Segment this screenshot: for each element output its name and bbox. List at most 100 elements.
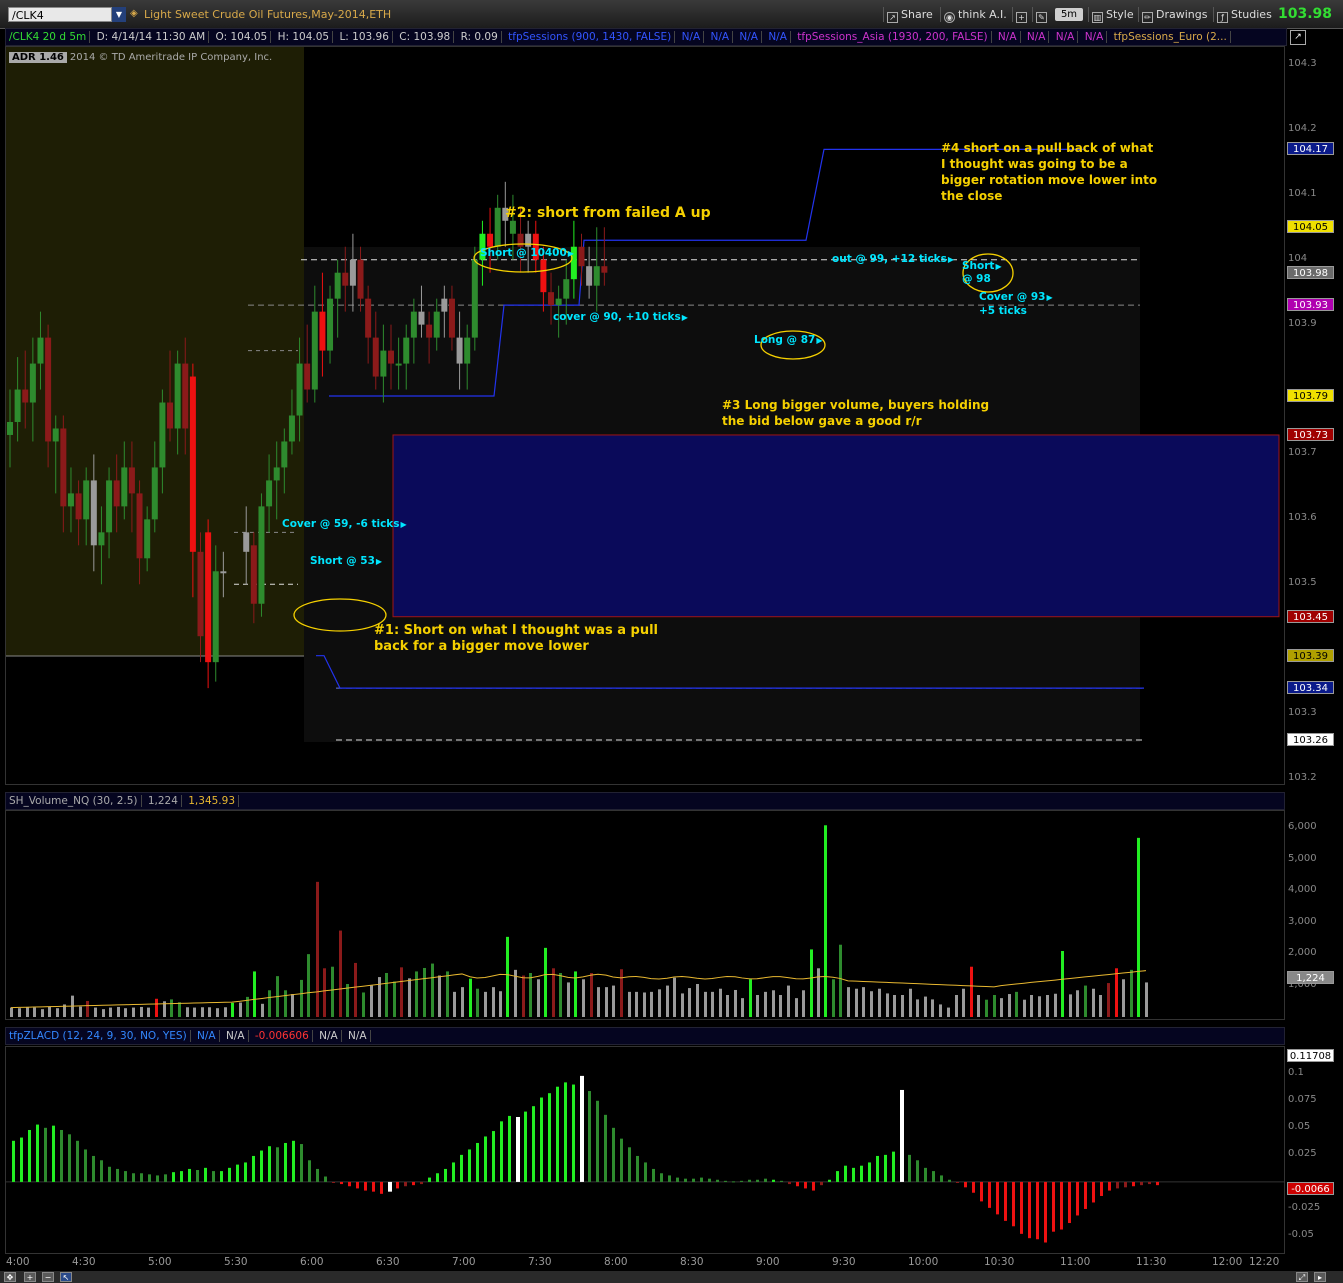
volume-bar bbox=[847, 987, 850, 1017]
volume-bar bbox=[33, 1007, 36, 1017]
candle-body bbox=[349, 259, 356, 286]
zlacd-study-name[interactable]: tfpZLACD (12, 24, 9, 30, NO, YES) bbox=[6, 1030, 191, 1042]
zoom-in-icon[interactable]: + bbox=[24, 1272, 36, 1282]
expand-icon[interactable]: ⤢ bbox=[1296, 1272, 1308, 1282]
candle-body bbox=[266, 480, 273, 507]
volume-bar bbox=[378, 977, 381, 1017]
candle-body bbox=[426, 324, 433, 338]
price-tag: 103.34 bbox=[1287, 681, 1334, 695]
time-axis[interactable]: 4:00 4:30 5:00 5:30 6:00 6:30 7:00 7:30 8:00 8:30… bbox=[5, 1256, 1285, 1270]
time-axis-label: 6:30 bbox=[376, 1256, 400, 1268]
symbol-dropdown-icon[interactable]: ▼ bbox=[112, 7, 126, 22]
zlacd-bar bbox=[116, 1168, 119, 1182]
zlacd-bar-highlight bbox=[580, 1075, 584, 1182]
zlacd-bar bbox=[324, 1176, 327, 1182]
symbol-input[interactable]: /CLK4 bbox=[8, 7, 112, 22]
zlacd-bar bbox=[236, 1164, 239, 1182]
volume-bar bbox=[268, 990, 271, 1017]
volume-bar bbox=[612, 985, 615, 1017]
volume-bar bbox=[476, 988, 479, 1017]
zoom-out-icon[interactable]: − bbox=[42, 1272, 54, 1282]
volume-header: SH_Volume_NQ (30, 2.5) 1,224 1,345.93 bbox=[5, 792, 1285, 810]
volume-panel[interactable] bbox=[5, 810, 1285, 1020]
volume-bar bbox=[354, 962, 357, 1017]
studies-button[interactable]: ƒ Studies bbox=[1213, 7, 1275, 23]
copyright-text: 2014 © TD Ameritrade IP Company, Inc. bbox=[69, 52, 273, 63]
volume-axis[interactable]: 6,0005,0004,0003,0002,0001,0001,224 bbox=[1286, 810, 1343, 1020]
zlacd-panel[interactable] bbox=[5, 1046, 1285, 1254]
volume-bar bbox=[484, 991, 487, 1017]
chart-settings-icon[interactable]: ↗ bbox=[1290, 30, 1306, 45]
link-icon[interactable]: ◈ bbox=[130, 8, 140, 20]
zlacd-bar bbox=[1092, 1181, 1095, 1203]
zlacd-bar bbox=[484, 1136, 487, 1182]
volume-bar bbox=[688, 988, 691, 1017]
volume-bar bbox=[284, 990, 287, 1017]
candle-body bbox=[98, 532, 105, 546]
volume-bar bbox=[208, 1007, 211, 1017]
candle-body bbox=[197, 551, 204, 637]
tools-button[interactable]: ✎ bbox=[1032, 7, 1053, 23]
volume-bar bbox=[316, 881, 319, 1017]
crosshair-button[interactable]: + bbox=[1012, 7, 1033, 23]
volume-bar bbox=[1145, 982, 1148, 1017]
volume-bar bbox=[802, 990, 805, 1017]
zlacd-bar bbox=[148, 1174, 151, 1182]
zlacd-bar bbox=[452, 1162, 455, 1182]
volume-bar bbox=[393, 981, 396, 1017]
scroll-right-icon[interactable]: ▸ bbox=[1314, 1272, 1326, 1282]
price-axis[interactable]: 104.3 104.2 104.1 104 103.9 103.7 103.6 103.5 10… bbox=[1286, 46, 1343, 785]
zlacd-bar bbox=[1132, 1181, 1135, 1187]
volume-bar bbox=[492, 987, 495, 1017]
study-sessions[interactable]: tfpSessions (900, 1430, FALSE) bbox=[505, 31, 676, 43]
candle-body bbox=[456, 337, 463, 364]
price-tag: 104.05 bbox=[1287, 220, 1334, 234]
cursor-icon[interactable]: ↖ bbox=[60, 1272, 72, 1282]
volume-bar bbox=[124, 1008, 127, 1017]
candle-body bbox=[304, 363, 311, 390]
candle-body bbox=[67, 493, 74, 507]
zlacd-bar bbox=[884, 1154, 887, 1182]
drawings-button[interactable]: ✏ Drawings bbox=[1138, 7, 1210, 23]
chart-symbol: /CLK4 20 d 5m bbox=[6, 31, 91, 43]
zlacd-bar bbox=[188, 1168, 191, 1182]
price-header: /CLK4 20 d 5m D: 4/14/14 11:30 AM O: 104… bbox=[5, 28, 1287, 46]
label-cover-90: cover @ 90, +10 ticks bbox=[553, 311, 688, 323]
volume-bar bbox=[635, 991, 638, 1017]
label-cover-93-ticks: +5 ticks bbox=[979, 305, 1027, 317]
price-tag: 103.98 bbox=[1287, 265, 1334, 279]
candle-body bbox=[29, 363, 36, 403]
volume-bar bbox=[186, 1007, 189, 1017]
volume-bar bbox=[1137, 837, 1140, 1017]
zlacd-bar bbox=[908, 1154, 911, 1182]
volume-bar bbox=[643, 992, 646, 1017]
candle-body bbox=[159, 402, 166, 468]
think-ai-button[interactable]: ◉ think A.I. bbox=[940, 7, 1010, 23]
volume-bar bbox=[886, 993, 889, 1017]
timeframe-button[interactable]: 5m bbox=[1055, 8, 1083, 21]
zlacd-axis[interactable]: 0.1 0.075 0.05 0.025 -0.025 -0.05 0.11708 -0.00… bbox=[1286, 1046, 1343, 1254]
candle-body bbox=[509, 220, 516, 234]
volume-bar bbox=[178, 1002, 181, 1017]
zlacd-bar bbox=[1076, 1181, 1079, 1216]
time-axis-label: 7:30 bbox=[528, 1256, 552, 1268]
study-sessions-asia[interactable]: tfpSessions_Asia (1930, 200, FALSE) bbox=[794, 31, 992, 43]
volume-bar bbox=[870, 991, 873, 1017]
share-button[interactable]: ↗ Share bbox=[883, 7, 936, 23]
volume-bar bbox=[1084, 985, 1087, 1017]
volume-bar bbox=[824, 825, 827, 1017]
study-sessions-euro[interactable]: tfpSessions_Euro (2... bbox=[1110, 31, 1231, 43]
zlacd-bar bbox=[996, 1181, 999, 1215]
volume-bar bbox=[362, 992, 365, 1017]
volume-study-name[interactable]: SH_Volume_NQ (30, 2.5) bbox=[6, 795, 142, 807]
pan-icon[interactable]: ✥ bbox=[4, 1272, 16, 1282]
zlacd-bar bbox=[596, 1100, 599, 1182]
zlacd-bar bbox=[212, 1171, 215, 1182]
volume-bar bbox=[1046, 995, 1049, 1017]
candle-body bbox=[433, 311, 440, 338]
candle-body bbox=[128, 467, 135, 494]
zlacd-bar bbox=[356, 1181, 359, 1189]
zlacd-bar bbox=[1068, 1181, 1071, 1224]
candle-body bbox=[273, 467, 280, 481]
style-button[interactable]: ▥ Style bbox=[1088, 7, 1137, 23]
